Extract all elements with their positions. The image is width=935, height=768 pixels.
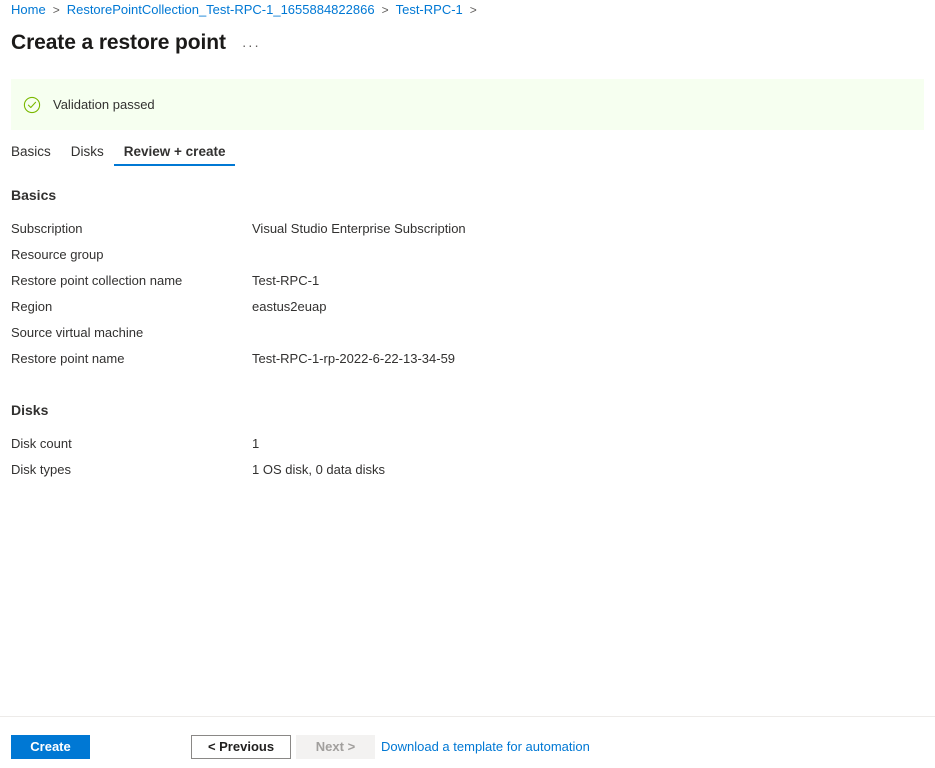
next-button: Next > bbox=[296, 735, 375, 759]
check-circle-icon bbox=[23, 96, 41, 113]
row-value-subscription: Visual Studio Enterprise Subscription bbox=[252, 221, 466, 236]
breadcrumb-separator-icon: > bbox=[381, 3, 389, 17]
review-content: Basics Subscription Visual Studio Enterp… bbox=[11, 186, 924, 486]
breadcrumb-item-home[interactable]: Home bbox=[11, 0, 46, 20]
footer-bar: Create < Previous Next > Download a temp… bbox=[0, 717, 935, 768]
table-row: Resource group bbox=[11, 245, 924, 271]
row-label-restore-point-name: Restore point name bbox=[11, 351, 125, 366]
more-actions-icon[interactable]: ··· bbox=[242, 27, 261, 59]
row-value-restore-point-name: Test-RPC-1-rp-2022-6-22-13-34-59 bbox=[252, 351, 456, 366]
validation-message: Validation passed bbox=[53, 96, 155, 112]
row-label-disk-types: Disk types bbox=[11, 462, 71, 477]
table-row: Subscription Visual Studio Enterprise Su… bbox=[11, 219, 924, 245]
table-row: Disk types 1 OS disk, 0 data disks bbox=[11, 460, 924, 486]
previous-button[interactable]: < Previous bbox=[191, 735, 291, 759]
breadcrumb-item-restore-point-collection[interactable]: RestorePointCollection_Test-RPC-1_165588… bbox=[67, 0, 375, 20]
tab-disks[interactable]: Disks bbox=[61, 140, 114, 166]
breadcrumb-separator-icon: > bbox=[469, 3, 477, 17]
row-value-restore-point-collection-name: Test-RPC-1 bbox=[252, 273, 320, 288]
breadcrumb-item-test-rpc-1[interactable]: Test-RPC-1 bbox=[396, 0, 463, 20]
row-label-resource-group: Resource group bbox=[11, 247, 104, 262]
row-label-disk-count: Disk count bbox=[11, 436, 72, 451]
table-row: Disk count 1 bbox=[11, 434, 924, 460]
section-heading-disks: Disks bbox=[11, 402, 49, 418]
row-label-region: Region bbox=[11, 299, 53, 314]
tab-basics[interactable]: Basics bbox=[1, 140, 61, 166]
row-label-subscription: Subscription bbox=[11, 221, 83, 236]
tab-list: Basics Disks Review + create bbox=[11, 140, 236, 172]
table-row: Restore point collection name Test-RPC-1 bbox=[11, 271, 924, 297]
section-heading-basics: Basics bbox=[11, 187, 57, 203]
table-row: Source virtual machine bbox=[11, 323, 924, 349]
validation-banner: Validation passed bbox=[11, 79, 924, 130]
row-label-source-virtual-machine: Source virtual machine bbox=[11, 325, 144, 340]
page-header: Create a restore point ··· bbox=[11, 27, 260, 59]
row-value-disk-count: 1 bbox=[252, 436, 260, 451]
page-title: Create a restore point bbox=[11, 31, 226, 54]
table-row: Restore point name Test-RPC-1-rp-2022-6-… bbox=[11, 349, 924, 375]
download-template-link[interactable]: Download a template for automation bbox=[381, 735, 590, 759]
row-value-region: eastus2euap bbox=[252, 299, 327, 314]
row-value-disk-types: 1 OS disk, 0 data disks bbox=[252, 462, 385, 477]
section-basics: Basics Subscription Visual Studio Enterp… bbox=[11, 186, 924, 375]
table-row: Region eastus2euap bbox=[11, 297, 924, 323]
create-button[interactable]: Create bbox=[11, 735, 90, 759]
breadcrumb: Home > RestorePointCollection_Test-RPC-1… bbox=[11, 0, 484, 20]
breadcrumb-separator-icon: > bbox=[52, 3, 60, 17]
row-label-restore-point-collection-name: Restore point collection name bbox=[11, 273, 183, 288]
section-disks: Disks Disk count 1 Disk types 1 OS disk,… bbox=[11, 401, 924, 486]
tab-review-create[interactable]: Review + create bbox=[113, 140, 236, 166]
